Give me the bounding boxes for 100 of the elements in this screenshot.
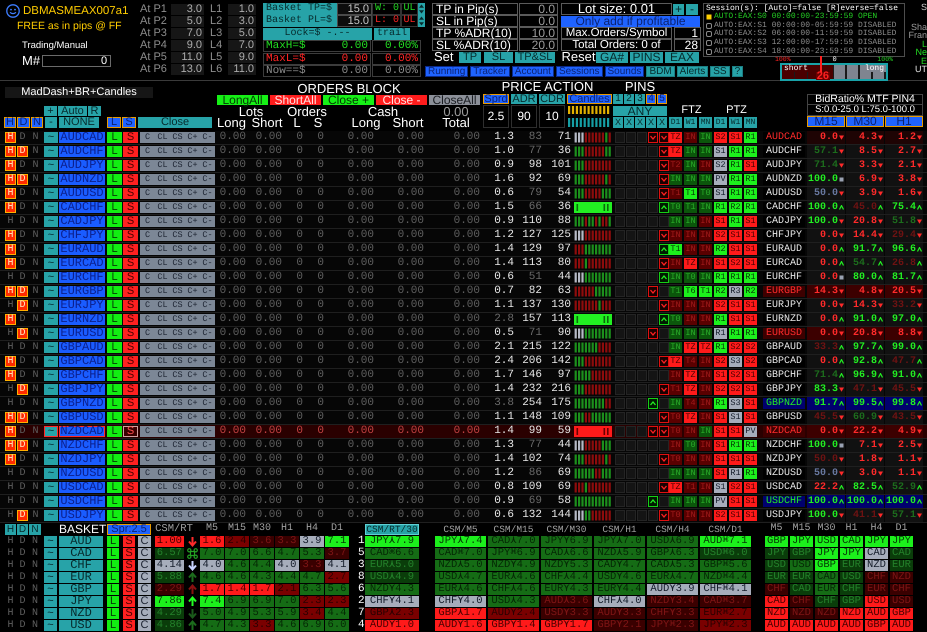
close-pair-button[interactable]: C: [140, 482, 155, 493]
filter-tab[interactable]: Close: [138, 117, 212, 128]
chart-toggle-button[interactable]: ~: [44, 596, 57, 606]
timeframe-button[interactable]: W1: [729, 117, 742, 128]
close-loss-button[interactable]: C-: [200, 440, 215, 451]
buy-button[interactable]: L: [107, 560, 119, 570]
chart-toggle-button[interactable]: ~: [44, 132, 58, 143]
toolbar-button[interactable]: SS: [710, 66, 730, 77]
close-loss-button[interactable]: C-: [200, 272, 215, 283]
close-short-button[interactable]: CS: [170, 510, 185, 521]
buy-button[interactable]: L: [107, 174, 122, 185]
buy-button[interactable]: L: [107, 620, 119, 630]
close-loss-button[interactable]: C-: [200, 286, 215, 297]
short-all-button[interactable]: ShortAll: [270, 95, 321, 105]
close-basket-button[interactable]: C: [138, 536, 151, 546]
chart-toggle-button[interactable]: ~: [44, 286, 58, 297]
close-loss-button[interactable]: C-: [200, 356, 215, 367]
close-basket-button[interactable]: C: [138, 620, 151, 630]
chart-toggle-button[interactable]: ~: [44, 496, 58, 507]
close-long-button[interactable]: CL: [155, 370, 170, 381]
close-profit-button[interactable]: C+: [185, 412, 200, 423]
close-pair-button[interactable]: C: [140, 286, 155, 297]
filter-tab[interactable]: D: [17, 117, 30, 128]
option-button[interactable]: GA#: [596, 52, 628, 62]
close-long-button[interactable]: CL: [155, 510, 170, 521]
pin-column-button[interactable]: X: [635, 117, 645, 128]
buy-button[interactable]: L: [107, 398, 122, 409]
close-short-button[interactable]: CS: [170, 398, 185, 409]
session-checkbox[interactable]: [706, 48, 712, 55]
sell-button[interactable]: S: [123, 454, 138, 465]
close-long-button[interactable]: CL: [155, 216, 170, 227]
toolbar-button[interactable]: BDM: [646, 66, 675, 77]
close-long-button[interactable]: CL: [155, 244, 170, 255]
close-profit-button[interactable]: C+: [185, 496, 200, 507]
close-loss-button[interactable]: C-: [200, 370, 215, 381]
chart-toggle-button[interactable]: ~: [44, 188, 58, 199]
close-short-button[interactable]: CS: [170, 202, 185, 213]
close-pair-button[interactable]: C: [140, 132, 155, 143]
step-value-field[interactable]: 5.0: [171, 16, 204, 26]
symbol-button[interactable]: NZDCAD: [59, 426, 105, 437]
close-profit-button[interactable]: C+: [185, 510, 200, 521]
step-value-field[interactable]: 9.0: [171, 40, 204, 50]
close-short-button[interactable]: CS: [170, 146, 185, 157]
sell-button[interactable]: S: [123, 370, 138, 381]
close-pair-button[interactable]: C: [140, 426, 155, 437]
sell-button[interactable]: S: [123, 510, 138, 521]
set-button[interactable]: SL: [484, 52, 513, 62]
step-value-field[interactable]: 7.0: [171, 28, 204, 38]
chart-toggle-button[interactable]: ~: [44, 342, 58, 353]
close-pair-button[interactable]: C: [140, 328, 155, 339]
close-pair-button[interactable]: C: [140, 146, 155, 157]
strength-tab[interactable]: CSM/M15: [488, 524, 539, 534]
buy-button[interactable]: L: [107, 468, 122, 479]
close-long-button[interactable]: CL: [155, 342, 170, 353]
close-loss-button[interactable]: C-: [200, 482, 215, 493]
exit-value-field[interactable]: 10.0: [519, 27, 558, 39]
sell-button[interactable]: S: [123, 230, 138, 241]
up-down-arrows-icon[interactable]: [418, 3, 425, 15]
close-all-button[interactable]: CloseAll: [429, 95, 480, 105]
symbol-button[interactable]: EURJPY: [59, 300, 105, 311]
close-profit-button[interactable]: C+: [185, 342, 200, 353]
currency-button[interactable]: JPY: [59, 596, 103, 606]
close-profit-button[interactable]: C+: [185, 160, 200, 171]
exit-value-field[interactable]: 0.0: [519, 15, 558, 27]
close-profit-button[interactable]: C+: [185, 398, 200, 409]
close-profit-button[interactable]: C+: [185, 146, 200, 157]
chart-toggle-button[interactable]: ~: [44, 356, 58, 367]
buy-button[interactable]: L: [107, 272, 122, 283]
buy-button[interactable]: L: [107, 356, 122, 367]
buy-button[interactable]: L: [107, 536, 119, 546]
chart-toggle-button[interactable]: ~: [44, 230, 58, 241]
close-loss-button[interactable]: C-: [200, 510, 215, 521]
symbol-button[interactable]: EURCHF: [59, 272, 105, 283]
filter-tab[interactable]: -: [45, 117, 57, 128]
sell-button[interactable]: S: [123, 216, 138, 227]
close-loss-button[interactable]: C-: [200, 132, 215, 143]
pin-tab[interactable]: 2: [624, 94, 634, 104]
close-loss-button[interactable]: C-: [200, 468, 215, 479]
close-long-button[interactable]: CL: [155, 300, 170, 311]
buy-button[interactable]: L: [107, 230, 122, 241]
close-profit-button[interactable]: C+: [185, 482, 200, 493]
buy-button[interactable]: L: [107, 216, 122, 227]
close-pair-button[interactable]: C: [140, 384, 155, 395]
close-long-button[interactable]: CL: [155, 468, 170, 479]
strength-tab[interactable]: CSM/H1: [594, 524, 645, 534]
toolbar-button[interactable]: Sounds: [604, 66, 644, 77]
close-profit-button[interactable]: C+: [185, 132, 200, 143]
close-pair-button[interactable]: C: [140, 160, 155, 171]
close-basket-button[interactable]: C: [138, 596, 151, 606]
buy-button[interactable]: L: [107, 454, 122, 465]
close-basket-button[interactable]: C: [138, 608, 151, 618]
sell-button[interactable]: S: [123, 300, 138, 311]
total-orders-field[interactable]: 28: [674, 39, 701, 51]
price-action-tab[interactable]: CDR: [539, 94, 565, 104]
symbol-button[interactable]: NZDUSD: [59, 468, 105, 479]
close-pair-button[interactable]: C: [140, 230, 155, 241]
close-pair-button[interactable]: C: [140, 496, 155, 507]
close-long-button[interactable]: CL: [155, 202, 170, 213]
chart-toggle-button[interactable]: ~: [44, 174, 58, 185]
close-loss-button[interactable]: C-: [200, 160, 215, 171]
